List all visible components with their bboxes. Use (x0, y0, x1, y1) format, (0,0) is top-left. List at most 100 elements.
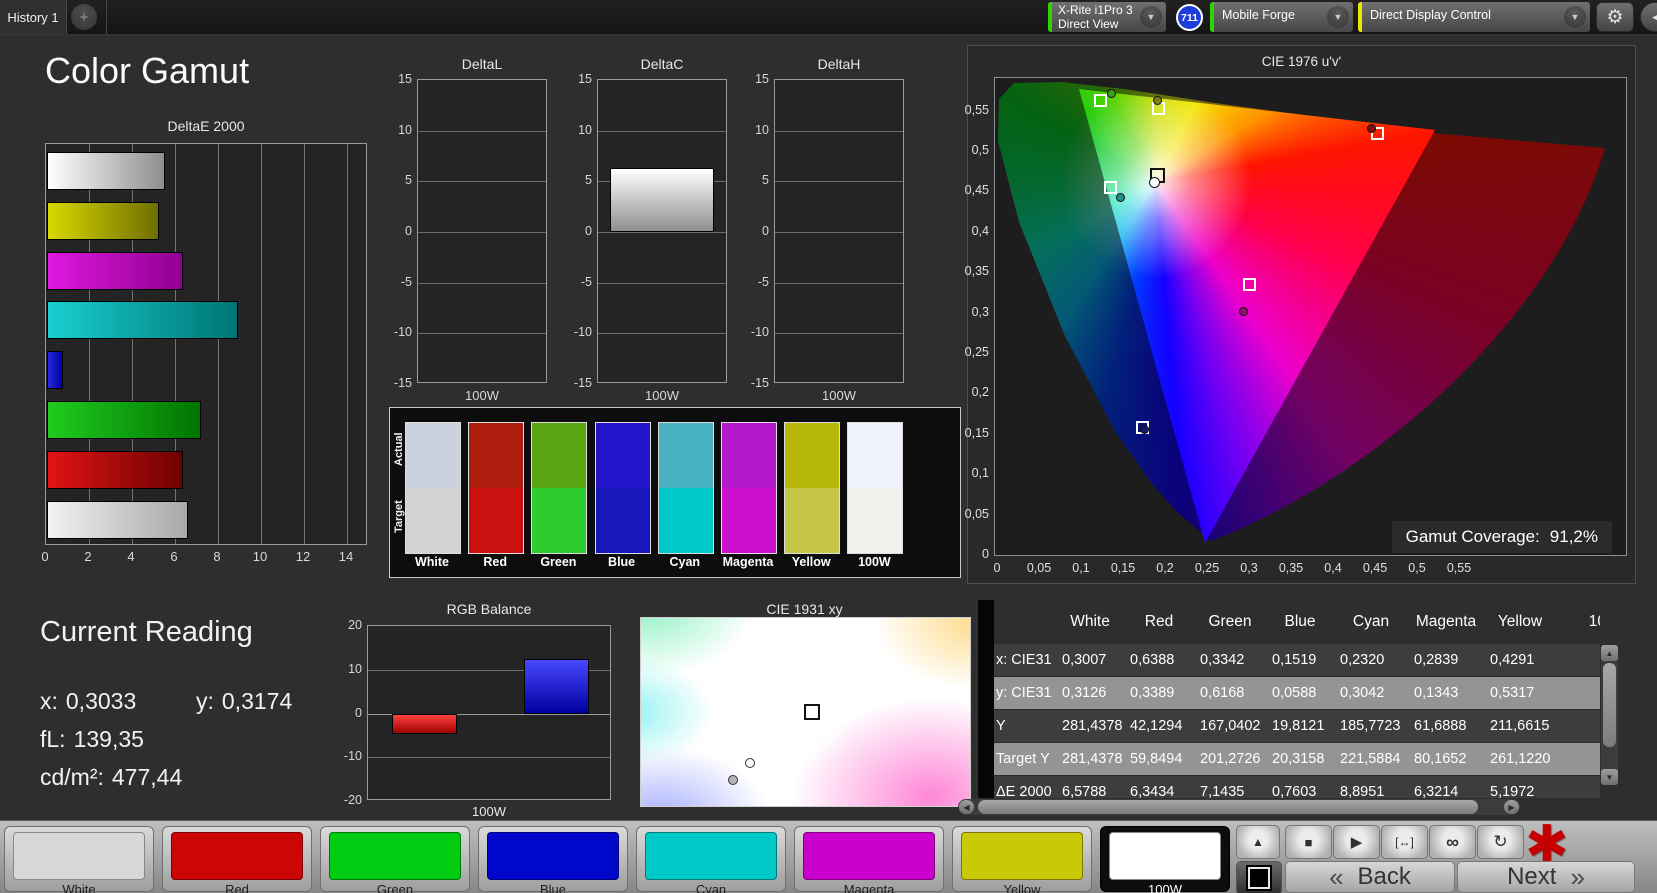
x-tick-label: 14 (338, 549, 354, 564)
swatch-label: Green (540, 555, 577, 569)
y-tick-label: 10 (755, 122, 769, 137)
pattern-button-cyan[interactable]: Cyan (636, 826, 786, 893)
collapse-panel-button[interactable]: ◀ (1640, 2, 1657, 32)
table-horizontal-scrollbar[interactable]: ◀ ▶ (958, 799, 1520, 815)
settings-button[interactable]: ⚙ (1596, 2, 1634, 32)
gear-icon: ⚙ (1606, 6, 1624, 28)
table-cell: 0,3342 (1200, 652, 1245, 668)
swatch-label: Blue (608, 555, 636, 569)
cie1976-panel: CIE 1976 u'v' Gamut Coverage: 91,2% 0 0,0… (965, 45, 1636, 584)
pattern-button-magenta[interactable]: Magenta (794, 826, 944, 893)
meter-dropdown[interactable]: X-Rite i1Pro 3 Direct View ▼ (1048, 2, 1166, 32)
top-bar: History 1 + X-Rite i1Pro 3 Direct View ▼… (0, 0, 1657, 36)
collapse-arrow-icon: ◀ (1652, 9, 1657, 25)
pattern-button-yellow[interactable]: Yellow (952, 826, 1092, 893)
x-tick-label: 12 (295, 549, 311, 564)
stop-button[interactable]: ■ (1285, 825, 1332, 859)
meter-count-badge[interactable]: 711 (1176, 4, 1203, 31)
rgb-balance-x-label: 100W (472, 804, 506, 819)
x-tick-label: 0,05 (1026, 561, 1052, 575)
pattern-swatch (961, 832, 1083, 880)
table-cell: 281,4378 (1062, 718, 1123, 734)
scroll-down-icon[interactable]: ▼ (1601, 769, 1618, 785)
swatch-compare-panel: Actual Target White Red Green Blue Cyan Magen… (389, 407, 961, 578)
y-tick-label: 0 (762, 224, 769, 238)
gridline (598, 130, 726, 132)
cie1931-chart (640, 617, 971, 807)
next-chevron-icon: » (1570, 861, 1585, 892)
x-tick-label: 2 (84, 549, 92, 564)
x-tick-label: 0,4 (1324, 561, 1342, 575)
x-tick-label: 8 (213, 549, 221, 564)
target-marker-white (804, 704, 821, 720)
table-row[interactable]: x: CIE31 0,3007 0,6388 0,3342 0,1519 0,2320 0,… (994, 644, 1600, 677)
y-tick-label: 0 (405, 224, 412, 238)
swatch-column-cyan (657, 422, 714, 554)
add-tab-button[interactable]: + (71, 4, 97, 30)
gridline (775, 282, 903, 284)
y-tick-label: 5 (762, 173, 769, 188)
scroll-right-icon[interactable]: ▶ (1504, 800, 1519, 814)
loop-button[interactable]: ∞ (1429, 825, 1476, 859)
table-cell: 47 (1556, 743, 1600, 776)
scroll-up-icon[interactable]: ▲ (1601, 645, 1618, 661)
pattern-up-button[interactable]: ▲ (1236, 825, 1280, 859)
deltae-bar-red (47, 450, 184, 489)
deltac-x-label: 100W (645, 388, 679, 403)
table-cell: 0,0588 (1272, 685, 1317, 701)
actual-swatch (785, 423, 840, 488)
y-tick-label: 0,35 (964, 264, 989, 279)
pattern-window-button[interactable] (1236, 861, 1282, 893)
table-cell: 6,3434 (1130, 784, 1175, 798)
table-cell: 221,5884 (1340, 751, 1401, 767)
deltae2000-chart-title: DeltaE 2000 (167, 118, 245, 134)
table-cell: 0,3007 (1062, 652, 1107, 668)
table-row[interactable]: Target Y 281,4378 59,8494 201,2726 20,3158 22… (994, 743, 1600, 776)
step-button[interactable]: [↔] (1381, 825, 1428, 859)
pattern-button-red[interactable]: Red (162, 826, 312, 893)
gridline (598, 282, 726, 284)
y-tick-label: -10 (393, 325, 412, 340)
display-control-dropdown[interactable]: Direct Display Control ▼ (1358, 2, 1590, 32)
table-cell: 0,6388 (1130, 652, 1175, 668)
y-tick-label: 0,3 (971, 304, 989, 319)
pattern-swatch (171, 832, 303, 880)
tab-history-1[interactable]: History 1 (0, 0, 67, 34)
table-vertical-scrollbar[interactable]: ▲ ▼ (1601, 645, 1618, 785)
table-left-strip (978, 600, 994, 798)
next-button[interactable]: Next » (1457, 861, 1635, 893)
horizontal-scroll-thumb[interactable] (978, 800, 1478, 814)
scroll-left-icon[interactable]: ◀ (959, 800, 974, 814)
back-button[interactable]: « Back (1285, 861, 1455, 893)
table-cell: 261,1220 (1490, 751, 1551, 767)
table-row[interactable]: y: CIE31 0,3126 0,3389 0,6168 0,0588 0,3042 0,… (994, 677, 1600, 710)
table-cell: 19,8121 (1272, 718, 1325, 734)
tab-divider (106, 0, 107, 34)
y-tick-label: 10 (578, 122, 592, 137)
measured-marker-yellow (1152, 96, 1162, 106)
pattern-label: Cyan (695, 882, 727, 893)
swatch-column-blue (594, 422, 651, 554)
measured-marker-1 (728, 774, 739, 785)
play-button[interactable]: ▶ (1333, 825, 1380, 859)
table-row[interactable]: Y 281,4378 42,1294 167,0402 19,8121 185,7723 6… (994, 710, 1600, 743)
pattern-button-100w[interactable]: 100W (1100, 826, 1230, 893)
deltae-bar-100w (47, 152, 166, 190)
pattern-button-blue[interactable]: Blue (478, 826, 628, 893)
measurement-table: White Red Green Blue Cyan Magenta Yellow 100W x:… (994, 600, 1600, 798)
refresh-button[interactable]: ↻ (1477, 825, 1524, 859)
y-tick-label: -10 (573, 325, 592, 340)
pattern-button-white[interactable]: White (4, 826, 154, 893)
pattern-source-dropdown[interactable]: Mobile Forge ▼ (1210, 2, 1353, 32)
table-row[interactable]: ΔE 2000 6,5788 6,3434 7,1435 0,7603 8,8951 6,3… (994, 776, 1600, 798)
pattern-button-green[interactable]: Green (320, 826, 470, 893)
vertical-scroll-thumb[interactable] (1603, 663, 1616, 747)
y-tick-label: -15 (750, 376, 769, 390)
pattern-swatch (487, 832, 619, 880)
y-tick-label: 20 (348, 618, 362, 632)
target-swatch (785, 488, 840, 553)
y-tick-label: -10 (343, 749, 362, 764)
gridline (347, 144, 348, 544)
swatch-label: White (414, 555, 450, 569)
measured-marker-cyan (1115, 192, 1125, 202)
